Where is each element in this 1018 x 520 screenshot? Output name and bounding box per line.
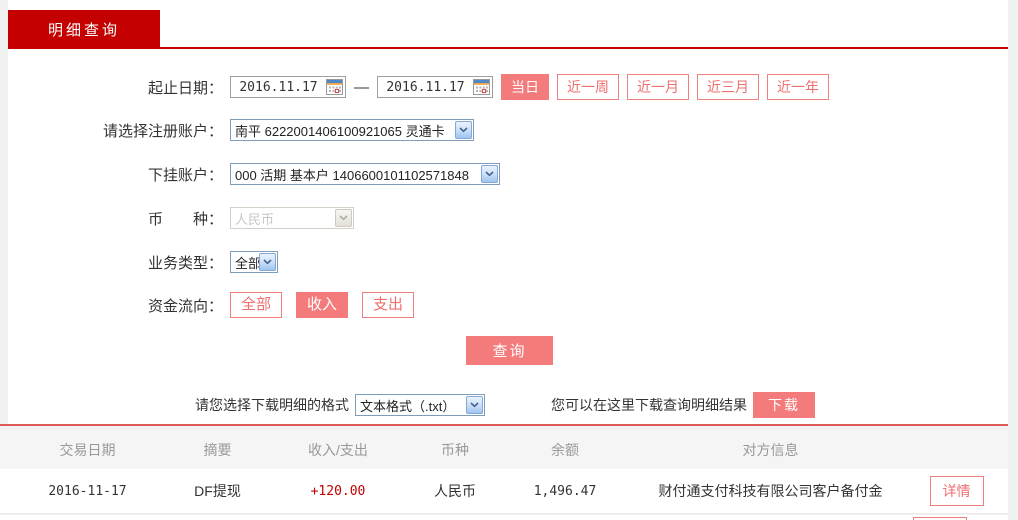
download-row: 请您选择下载明细的格式 文本格式（.txt） 您可以在这里下载查询明细结果 下载 xyxy=(8,392,815,418)
detail-button[interactable]: 详情 xyxy=(929,476,984,506)
business-type-value: 全部 xyxy=(235,255,259,271)
table-top-line xyxy=(0,424,1008,426)
header-summary: 摘要 xyxy=(203,441,232,458)
calendar-icon[interactable] xyxy=(326,79,343,95)
currency-label: 币 种： xyxy=(147,210,223,228)
range-button-last-week[interactable]: 近一周 xyxy=(557,74,619,100)
sub-account-row: 下挂账户： 000 活期 基本户 1406600101102571848 xyxy=(8,163,500,185)
dropdown-arrow-icon xyxy=(481,165,498,183)
date-range-label: 起止日期： xyxy=(147,79,223,97)
cell-summary: DF提现 xyxy=(194,483,241,499)
dropdown-arrow-icon xyxy=(466,396,483,414)
cell-amount: +120.00 xyxy=(310,483,366,499)
header-counterparty: 对方信息 xyxy=(742,441,799,458)
download-hint: 您可以在这里下载查询明细结果 xyxy=(551,397,747,413)
dropdown-arrow-icon xyxy=(455,121,472,139)
table-row-partial: 详情 xyxy=(0,515,1008,520)
register-account-select[interactable]: 南平 6222001406100921065 灵通卡 xyxy=(230,119,474,141)
tab-underline xyxy=(8,47,1008,49)
table-header-row: 交易日期 摘要 收入/支出 币种 余额 对方信息 xyxy=(0,430,1008,469)
detail-query-page: 明细查询 起止日期： 2016.11.17 — 2016.11.17 当日 近一… xyxy=(0,0,1018,520)
sub-account-label: 下挂账户： xyxy=(147,166,223,184)
start-date-input[interactable]: 2016.11.17 xyxy=(230,76,346,98)
register-account-label: 请选择注册账户： xyxy=(102,122,223,140)
tab-detail-query[interactable]: 明细查询 xyxy=(8,10,160,48)
date-range-separator: — xyxy=(354,78,369,96)
fund-flow-label: 资金流向： xyxy=(147,297,223,315)
download-format-select[interactable]: 文本格式（.txt） xyxy=(355,394,485,416)
date-range-row: 起止日期： 2016.11.17 — 2016.11.17 当日 近一周 近一月… xyxy=(8,74,829,100)
query-button[interactable]: 查询 xyxy=(466,336,553,365)
sub-account-value: 000 活期 基本户 1406600101102571848 xyxy=(235,167,469,183)
fund-flow-expense-button[interactable]: 支出 xyxy=(362,292,415,318)
sub-account-select[interactable]: 000 活期 基本户 1406600101102571848 xyxy=(230,163,500,185)
header-transaction-date: 交易日期 xyxy=(59,441,116,458)
calendar-icon[interactable] xyxy=(473,79,490,95)
register-account-row: 请选择注册账户： 南平 6222001406100921065 灵通卡 xyxy=(8,119,474,141)
download-format-value: 文本格式（.txt） xyxy=(360,398,456,414)
cell-counterparty: 财付通支付科技有限公司客户备付金 xyxy=(658,483,883,499)
business-type-select[interactable]: 全部 xyxy=(230,251,278,273)
range-button-today[interactable]: 当日 xyxy=(501,74,549,100)
currency-value: 人民币 xyxy=(235,211,275,227)
fund-flow-all-button[interactable]: 全部 xyxy=(230,292,283,318)
start-date-value: 2016.11.17 xyxy=(239,79,318,95)
page-right-margin xyxy=(1008,0,1018,520)
cell-transaction-date: 2016-11-17 xyxy=(48,483,127,499)
cell-balance: 1,496.47 xyxy=(533,483,597,499)
business-type-label: 业务类型： xyxy=(147,254,223,272)
header-income-expense: 收入/支出 xyxy=(308,441,368,458)
header-balance: 余额 xyxy=(551,441,579,458)
end-date-value: 2016.11.17 xyxy=(386,79,465,95)
fund-flow-income-button[interactable]: 收入 xyxy=(296,292,349,318)
business-type-row: 业务类型： 全部 xyxy=(8,251,278,273)
currency-select: 人民币 xyxy=(230,207,354,229)
currency-row: 币 种： 人民币 xyxy=(8,207,354,229)
table-row: 2016-11-17 DF提现 +120.00 人民币 1,496.47 财付通… xyxy=(0,469,1008,514)
range-button-last-month[interactable]: 近一月 xyxy=(627,74,689,100)
download-button[interactable]: 下载 xyxy=(753,392,815,418)
cell-currency: 人民币 xyxy=(434,483,476,499)
register-account-value: 南平 6222001406100921065 灵通卡 xyxy=(235,123,445,139)
end-date-input[interactable]: 2016.11.17 xyxy=(377,76,493,98)
dropdown-arrow-icon xyxy=(259,253,276,271)
dropdown-arrow-icon xyxy=(335,209,352,227)
download-format-label: 请您选择下载明细的格式 xyxy=(195,397,349,413)
form-panel: 明细查询 起止日期： 2016.11.17 — 2016.11.17 当日 近一… xyxy=(8,0,1008,424)
header-currency: 币种 xyxy=(441,441,469,458)
fund-flow-row: 资金流向： 全部 收入 支出 xyxy=(8,292,428,318)
range-button-last-3-months[interactable]: 近三月 xyxy=(697,74,759,100)
range-button-last-year[interactable]: 近一年 xyxy=(767,74,829,100)
